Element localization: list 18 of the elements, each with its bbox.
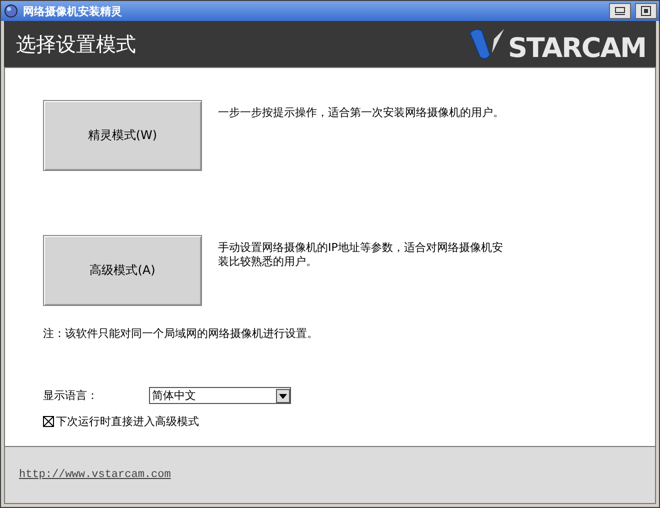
language-dropdown[interactable]: 简体中文 (149, 387, 291, 404)
language-label: 显示语言： (43, 388, 99, 403)
maximize-icon (641, 6, 651, 16)
page-title: 选择设置模式 (16, 30, 136, 58)
mode-description: 手动设置网络摄像机的IP地址等参数，适合对网络摄像机安装比较熟悉的用户。 (218, 241, 504, 269)
mode-button[interactable]: 高级模式(A) (43, 235, 202, 306)
website-link[interactable]: http://www.vstarcam.com (19, 469, 171, 481)
app-icon (3, 3, 19, 19)
minimize-button[interactable] (609, 3, 631, 19)
mode-description: 一步一步按提示操作，适合第一次安装网络摄像机的用户。 (218, 106, 505, 120)
window-title: 网络摄像机安装精灵 (23, 4, 123, 18)
maximize-button[interactable] (635, 3, 657, 19)
checkbox[interactable] (43, 416, 54, 427)
mode-button[interactable]: 精灵模式(W) (43, 100, 202, 171)
checkbox-label: 下次运行时直接进入高级模式 (56, 414, 199, 429)
logo-text: STARCAM (508, 35, 646, 63)
minimize-icon (615, 7, 625, 15)
note-text: 注：该软件只能对同一个局域网的网络摄像机进行设置。 (43, 326, 319, 341)
